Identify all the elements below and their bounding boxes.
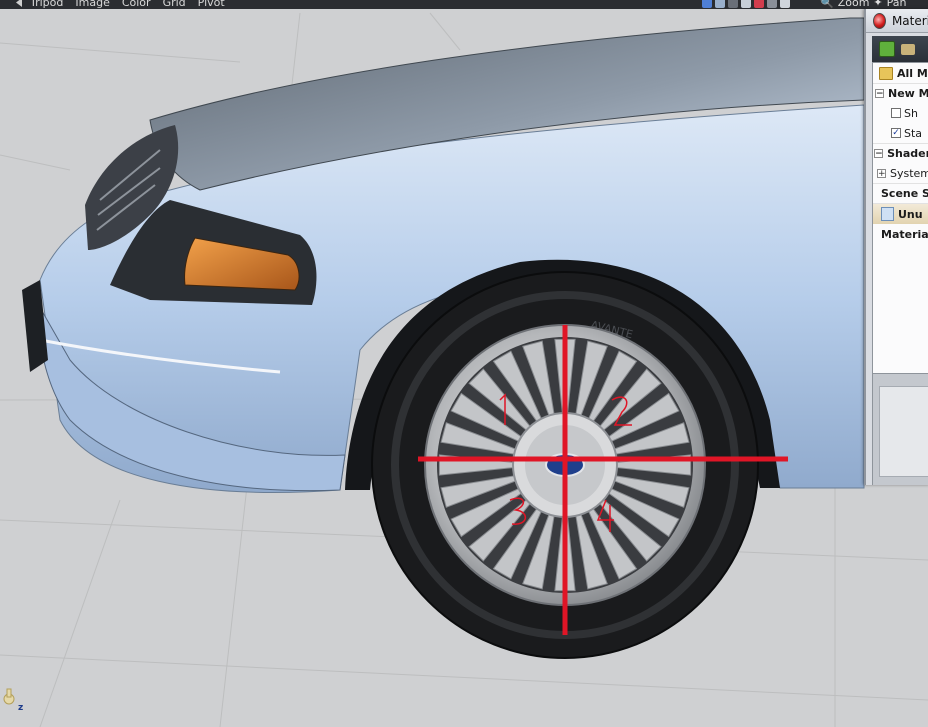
panel-preview-area [872,374,928,485]
back-arrow-icon[interactable] [14,0,24,8]
panel-toolbar [872,36,928,62]
render-icon[interactable] [741,0,751,8]
tree-item-unused[interactable]: Unu [873,204,928,224]
collapse-icon[interactable]: − [874,148,884,158]
lock-icon[interactable] [767,0,777,8]
tree-item-materials[interactable]: Materia [873,224,928,244]
collapse-icon[interactable]: − [875,88,884,98]
menu-grid[interactable]: Grid [163,0,186,9]
pan-icon[interactable]: ✦ [873,0,882,9]
3d-viewport[interactable]: AVANTE [0,9,928,727]
tree-item-scene[interactable]: Scene S [873,183,928,204]
zoom-icon[interactable]: 🔍 [820,0,834,9]
menu: Tripod Image Color Grid Pivot [0,0,237,9]
tree-item-all-materials[interactable]: All M [873,63,928,84]
grid-toggle-icon[interactable] [728,0,738,8]
tree-item-checkbox-2[interactable]: ✓ Sta [873,123,928,144]
tree-item-shaders[interactable]: − Shader [873,143,928,163]
axis-label: z [18,703,24,713]
tree-item-system[interactable]: + System [873,163,928,184]
tree-item-label: Sh [904,106,918,120]
tree-item-checkbox-1[interactable]: Sh [873,103,928,123]
menu-image[interactable]: Image [75,0,109,9]
tree-item-label: New M [888,86,928,100]
add-material-icon[interactable] [879,41,895,57]
open-folder-icon[interactable] [901,43,915,55]
tree-item-label: Shader [887,146,928,160]
tree-item-label: Materia [881,227,928,241]
menu-bar: Tripod Image Color Grid Pivot 🔍 Zoom ✦ P… [0,0,928,9]
menu-color[interactable]: Color [122,0,151,9]
checkbox-checked[interactable]: ✓ [891,128,901,138]
material-tree: All M − New M Sh ✓ Sta − Shader + System… [872,62,928,374]
document-icon [881,207,894,221]
snap-icon[interactable] [780,0,790,8]
material-panel: Materi All M − New M Sh ✓ Sta − Shader +… [864,9,928,485]
tree-item-label: All M [897,66,928,80]
axis-gizmo: z [0,688,26,716]
expand-icon[interactable]: + [876,168,886,178]
tree-item-label: System [889,166,928,180]
folder-icon [879,66,893,80]
camera-icon[interactable] [715,0,725,8]
preview-box [879,386,928,477]
menu-pivot[interactable]: Pivot [198,0,225,9]
tree-item-new-materials[interactable]: − New M [873,83,928,103]
panel-title: Materi [891,13,928,28]
tree-item-label: Sta [904,126,923,140]
axis-gizmo-icon [3,688,15,705]
panel-titlebar: Materi [866,9,928,33]
tree-item-label: Scene S [881,186,928,200]
zoom-button[interactable]: Zoom [838,0,870,9]
checkbox[interactable] [891,108,901,118]
app-logo-icon [873,12,886,29]
view-mode-icon[interactable] [702,0,712,8]
pan-button[interactable]: Pan [887,0,907,9]
tree-item-label: Unu [898,207,923,221]
zoom-pan-controls: 🔍 Zoom ✦ Pan [820,0,907,9]
record-icon[interactable] [754,0,764,8]
view-toolbar [702,0,790,9]
menu-tripod[interactable]: Tripod [30,0,63,9]
